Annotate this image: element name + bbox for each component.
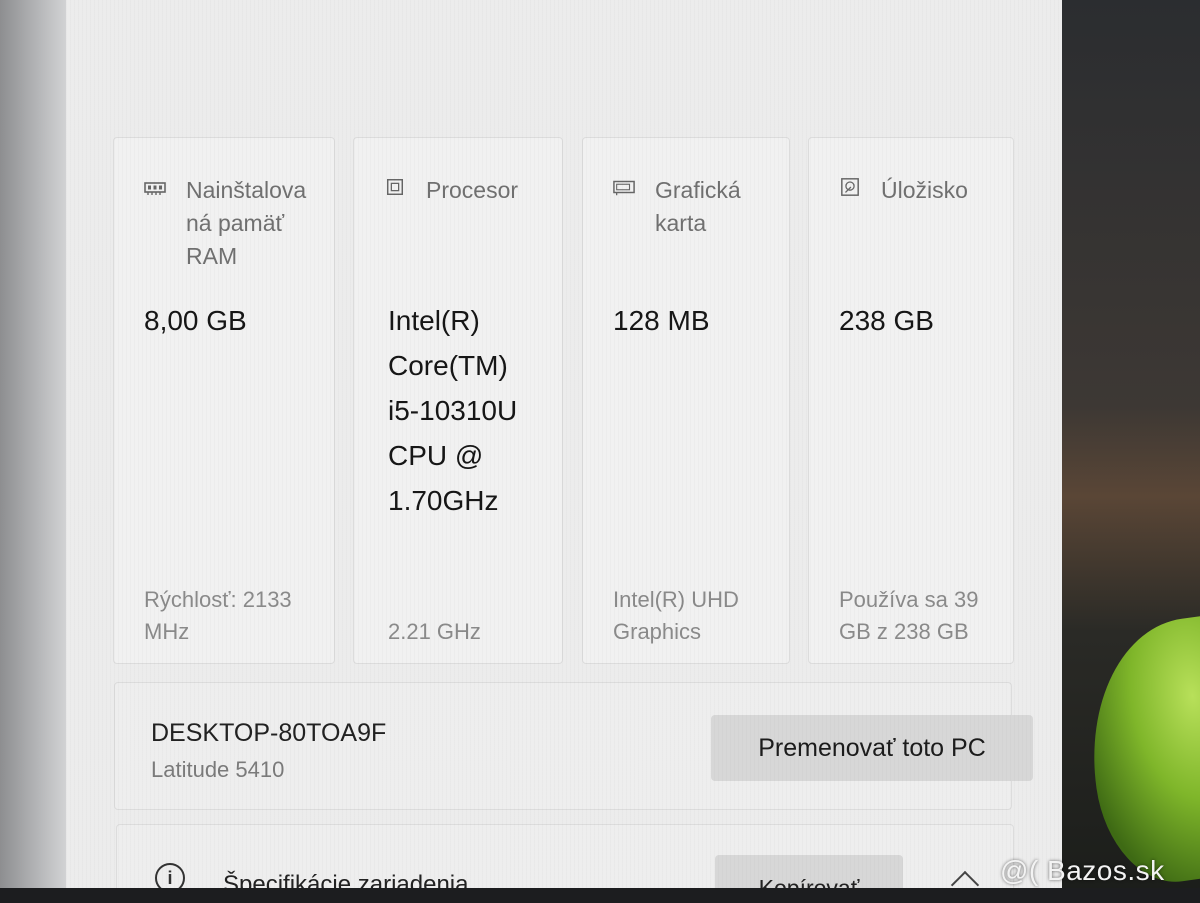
graphics-card-name: Intel(R) UHD Graphics [613,587,739,644]
wallpaper-tent [1074,608,1200,892]
graphics-card-icon [613,180,635,196]
ram-icon [144,182,166,195]
device-specifications-title: Špecifikácie zariadenia [223,871,469,888]
screen-bottom-edge [0,888,1200,903]
processor-icon [387,179,403,195]
device-name: DESKTOP-80TOA9F [151,719,387,747]
graphics-card-title: Grafická karta [655,177,741,236]
ram-speed: Rýchlosť: 2133 MHz [144,587,292,644]
processor-value: Intel(R) Core(TM) i5-10310U CPU @ 1.70GH… [388,305,518,516]
info-icon: i [155,863,185,888]
processor-speed: 2.21 GHz [388,619,481,644]
device-specifications-panel[interactable]: i Špecifikácie zariadenia Kopírovať [116,824,1014,888]
graphics-card-card: Grafická karta 128 MB Intel(R) UHD Graph… [582,137,790,664]
graphics-card-value: 128 MB [613,305,710,336]
storage-title: Úložisko [881,177,968,203]
storage-icon [841,178,859,196]
storage-value: 238 GB [839,305,934,336]
ram-title: Nainštalova ná pamäť RAM [186,177,307,269]
copy-button[interactable]: Kopírovať [715,855,903,888]
processor-title: Procesor [426,177,519,203]
device-name-panel: DESKTOP-80TOA9F Latitude 5410 Premenovať… [114,682,1033,810]
processor-card: Procesor Intel(R) Core(TM) i5-10310U CPU… [353,137,563,664]
rename-pc-button[interactable]: Premenovať toto PC [711,715,1033,781]
settings-window: Nainštalova ná pamäť RAM 8,00 GB Rýchlos… [66,0,1062,888]
storage-card: Úložisko 238 GB Používa sa 39 GB z 238 G… [808,137,1014,664]
storage-usage: Používa sa 39 GB z 238 GB [839,587,979,644]
chevron-up-icon[interactable] [950,870,980,888]
desktop-wallpaper [1062,0,1200,903]
watermark: @( Bazos.sk [1000,855,1165,886]
ram-value: 8,00 GB [144,305,247,336]
screen-bezel [0,0,70,903]
device-model: Latitude 5410 [151,757,285,782]
ram-card: Nainštalova ná pamäť RAM 8,00 GB Rýchlos… [113,137,335,664]
